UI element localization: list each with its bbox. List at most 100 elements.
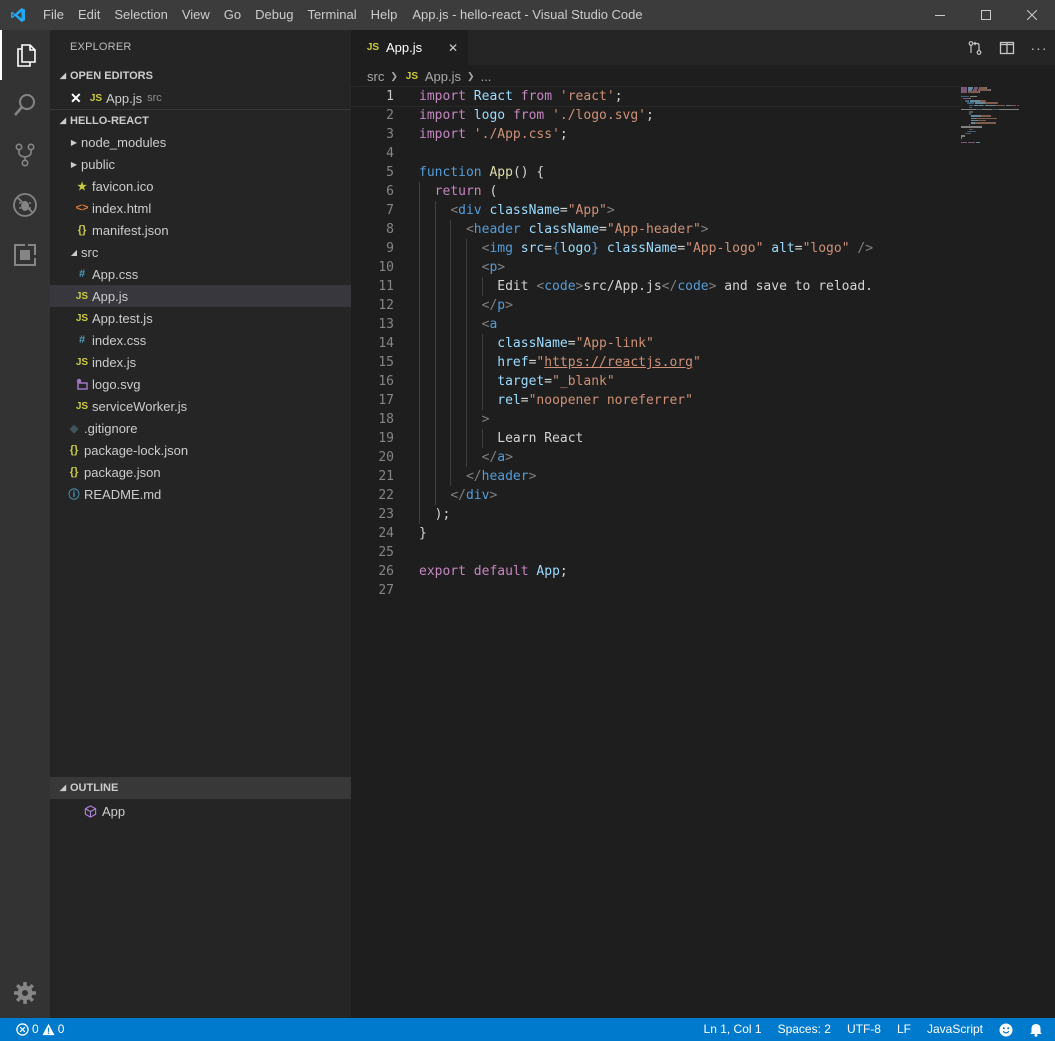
code-line[interactable]: 20 </a> bbox=[351, 448, 961, 467]
code-line[interactable]: 3 import './App.css'; bbox=[351, 125, 961, 144]
code-line[interactable]: 13 <a bbox=[351, 315, 961, 334]
tree-file-package-json[interactable]: {} package.json bbox=[50, 461, 351, 483]
problems-status[interactable]: 0 0 bbox=[10, 1018, 72, 1041]
code-line[interactable]: 17 rel="noopener noreferrer" bbox=[351, 391, 961, 410]
code-line[interactable]: 22 </div> bbox=[351, 486, 961, 505]
minimap[interactable] bbox=[961, 87, 1041, 147]
close-editor-icon[interactable]: ✕ bbox=[70, 90, 86, 107]
maximize-button[interactable] bbox=[963, 0, 1009, 30]
tree-file-app-test[interactable]: JS App.test.js bbox=[50, 307, 351, 329]
settings-activity-button[interactable] bbox=[0, 968, 50, 1018]
project-header[interactable]: ◢ HELLO-REACT bbox=[50, 109, 351, 131]
outline-item-app[interactable]: App bbox=[50, 799, 351, 823]
code-line[interactable]: 7 <div className="App"> bbox=[351, 201, 961, 220]
code-token: > bbox=[505, 298, 513, 313]
code-line[interactable]: 4 bbox=[351, 144, 961, 163]
code-token: ); bbox=[419, 507, 451, 522]
code-line[interactable]: 8 <header className="App-header"> bbox=[351, 220, 961, 239]
code-line[interactable]: 24} bbox=[351, 524, 961, 543]
code-line[interactable]: 16 target="_blank" bbox=[351, 372, 961, 391]
tree-folder-node-modules[interactable]: ▶ node_modules bbox=[50, 131, 351, 153]
open-editor-item[interactable]: ✕ JS App.js src bbox=[50, 87, 351, 109]
extensions-activity-button[interactable] bbox=[0, 230, 50, 280]
tree-file-package-lock[interactable]: {} package-lock.json bbox=[50, 439, 351, 461]
menu-selection[interactable]: Selection bbox=[107, 0, 174, 30]
code-line[interactable]: 21 </header> bbox=[351, 467, 961, 486]
menu-help[interactable]: Help bbox=[364, 0, 405, 30]
code-token: export bbox=[419, 564, 466, 579]
tab-app-js[interactable]: JS App.js ✕ bbox=[351, 30, 468, 65]
code-token: </ bbox=[465, 469, 482, 484]
code-editor[interactable]: 1 import React from 'react'; 2 import logo … bbox=[350, 86, 962, 600]
close-window-button[interactable] bbox=[1009, 0, 1055, 30]
source-control-activity-button[interactable] bbox=[0, 130, 50, 180]
tree-file-favicon[interactable]: ★ favicon.ico bbox=[50, 175, 351, 197]
explorer-activity-button[interactable] bbox=[0, 30, 50, 80]
code-line[interactable]: 11 Edit <code>src/App.js</code> and save… bbox=[351, 277, 961, 296]
tree-folder-src[interactable]: ◢ src bbox=[50, 241, 351, 263]
indent-guide bbox=[434, 410, 436, 429]
menu-edit[interactable]: Edit bbox=[71, 0, 107, 30]
menu-view[interactable]: View bbox=[175, 0, 217, 30]
code-token: > bbox=[606, 203, 615, 218]
code-token: = bbox=[544, 241, 553, 256]
debug-activity-button[interactable] bbox=[0, 180, 50, 230]
outline-header[interactable]: ◢ OUTLINE bbox=[50, 777, 351, 799]
tree-file-service-worker[interactable]: JS serviceWorker.js bbox=[50, 395, 351, 417]
encoding-status[interactable]: UTF-8 bbox=[839, 1018, 889, 1041]
eol-status[interactable]: LF bbox=[889, 1018, 919, 1041]
menu-debug[interactable]: Debug bbox=[248, 0, 300, 30]
menu-file[interactable]: File bbox=[36, 0, 71, 30]
code-line[interactable]: 25 bbox=[351, 543, 961, 562]
tree-file-gitignore[interactable]: ◆ .gitignore bbox=[50, 417, 351, 439]
code-line[interactable]: 12 </p> bbox=[351, 296, 961, 315]
code-line[interactable]: 23 ); bbox=[351, 505, 961, 524]
code-line[interactable]: 1 import React from 'react'; bbox=[350, 86, 962, 107]
tree-file-app-css[interactable]: # App.css bbox=[50, 263, 351, 285]
language-mode[interactable]: JavaScript bbox=[919, 1018, 991, 1041]
notifications-button[interactable] bbox=[1021, 1018, 1055, 1041]
code-line[interactable]: 2 import logo from './logo.svg'; bbox=[351, 106, 961, 125]
code-line[interactable]: 27 bbox=[351, 581, 961, 600]
open-editors-header[interactable]: ◢ OPEN EDITORS bbox=[50, 65, 351, 87]
search-activity-button[interactable] bbox=[0, 80, 50, 130]
symbol-class-icon bbox=[82, 804, 98, 818]
tree-file-readme[interactable]: ⓘ README.md bbox=[50, 483, 351, 505]
code-line[interactable]: 14 className="App-link" bbox=[351, 334, 961, 353]
cursor-position[interactable]: Ln 1, Col 1 bbox=[696, 1018, 770, 1041]
menu-go[interactable]: Go bbox=[217, 0, 248, 30]
code-token: code bbox=[677, 279, 709, 294]
code-line[interactable]: 26 export default App; bbox=[351, 562, 961, 581]
feedback-button[interactable] bbox=[991, 1018, 1021, 1041]
minimap-segment bbox=[970, 132, 971, 135]
code-line[interactable]: 5 function App() { bbox=[351, 163, 961, 182]
indent-guide bbox=[434, 448, 436, 467]
code-line[interactable]: 9 <img src={logo} className="App-logo" a… bbox=[351, 239, 961, 258]
tree-file-manifest[interactable]: {} manifest.json bbox=[50, 219, 351, 241]
breadcrumb-folder[interactable]: src bbox=[367, 69, 384, 84]
menu-terminal[interactable]: Terminal bbox=[300, 0, 363, 30]
close-tab-icon[interactable]: ✕ bbox=[448, 41, 458, 55]
split-editor-button[interactable] bbox=[991, 30, 1023, 65]
code-line[interactable]: 6 return ( bbox=[351, 182, 961, 201]
more-actions-button[interactable]: ··· bbox=[1023, 30, 1055, 65]
tree-file-index-css[interactable]: # index.css bbox=[50, 329, 351, 351]
minimize-button[interactable] bbox=[917, 0, 963, 30]
tree-file-index-html[interactable]: <> index.html bbox=[50, 197, 351, 219]
error-count: 0 bbox=[32, 1022, 39, 1036]
breadcrumb-more[interactable]: ... bbox=[481, 69, 492, 84]
breadcrumb-file[interactable]: App.js bbox=[425, 69, 461, 84]
tree-folder-public[interactable]: ▶ public bbox=[50, 153, 351, 175]
code-token: ; bbox=[646, 108, 654, 123]
line-text: </a> bbox=[394, 448, 513, 467]
code-line[interactable]: 15 href="https://reactjs.org" bbox=[351, 353, 961, 372]
indentation-status[interactable]: Spaces: 2 bbox=[770, 1018, 839, 1041]
code-line[interactable]: 10 <p> bbox=[351, 258, 961, 277]
tree-file-app-js[interactable]: JS App.js bbox=[50, 285, 351, 307]
tree-file-index-js[interactable]: JS index.js bbox=[50, 351, 351, 373]
tree-file-logo-svg[interactable]: logo.svg bbox=[50, 373, 351, 395]
code-line[interactable]: 19 Learn React bbox=[351, 429, 961, 448]
open-changes-button[interactable] bbox=[959, 30, 991, 65]
code-line[interactable]: 18 > bbox=[351, 410, 961, 429]
